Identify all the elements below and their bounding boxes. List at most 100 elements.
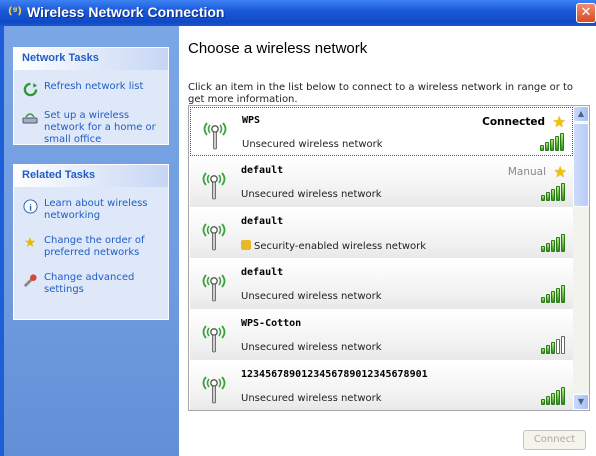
wireless-antenna-icon xyxy=(200,220,226,251)
close-button[interactable]: ✕ xyxy=(576,3,596,23)
network-list[interactable]: WPS Unsecured wireless network Connected ★ d… xyxy=(188,105,590,411)
refresh-icon xyxy=(22,81,38,97)
signal-bar xyxy=(561,387,565,405)
signal-bar xyxy=(546,192,550,201)
signal-bar xyxy=(555,136,559,151)
signal-bar xyxy=(551,240,555,252)
signal-bar xyxy=(541,399,545,405)
network-security-text: Unsecured wireless network xyxy=(241,189,382,200)
network-tasks-panel: Network Tasks Refresh network list Set u… xyxy=(13,47,169,145)
signal-bar xyxy=(556,339,560,354)
network-security-text: Unsecured wireless network xyxy=(241,291,382,302)
change-order-label: Change the order of preferred networks xyxy=(44,235,145,258)
network-item[interactable]: 1234567890123456789012345678901 Unsecured… xyxy=(190,362,573,410)
network-desc: Security-enabled wireless network xyxy=(254,241,427,252)
network-name: 1234567890123456789012345678901 xyxy=(241,369,428,380)
signal-bar xyxy=(546,396,550,405)
setup-wireless-network-link[interactable]: Set up a wireless network for a home or … xyxy=(22,110,164,146)
signal-bar xyxy=(551,342,555,354)
related-tasks-panel: Related Tasks i Learn about wireless net… xyxy=(13,164,169,320)
signal-bar xyxy=(556,186,560,201)
network-item[interactable]: WPS-Cotton Unsecured wireless network xyxy=(190,311,573,360)
signal-bar xyxy=(560,133,564,151)
network-name: WPS xyxy=(242,115,261,126)
svg-text:i: i xyxy=(29,203,32,213)
change-order-link[interactable]: ★ Change the order of preferred networks xyxy=(22,235,164,259)
scroll-up-button[interactable]: ▲ xyxy=(573,106,589,122)
network-security-text: Unsecured wireless network xyxy=(241,342,382,353)
signal-bar xyxy=(561,234,565,252)
wireless-antenna-icon xyxy=(200,373,226,404)
task-pane: Network Tasks Refresh network list Set u… xyxy=(4,26,179,456)
signal-bar xyxy=(541,348,545,354)
signal-bar xyxy=(540,145,544,151)
signal-bar xyxy=(541,297,545,303)
window-title: Wireless Network Connection xyxy=(27,4,225,20)
signal-bar xyxy=(551,189,555,201)
signal-bar xyxy=(550,139,554,151)
network-security-text: Unsecured wireless network xyxy=(241,393,382,404)
signal-strength-icon xyxy=(540,234,565,252)
network-security-text: Unsecured wireless network xyxy=(242,139,383,150)
scrollbar[interactable]: ▲ ▼ xyxy=(573,106,589,410)
signal-bar xyxy=(556,288,560,303)
change-advanced-settings-link[interactable]: Change advanced settings xyxy=(22,272,164,296)
title-bar[interactable]: (ᵍ) Wireless Network Connection ✕ xyxy=(0,0,596,26)
wireless-antenna-icon xyxy=(200,169,226,200)
signal-bar xyxy=(551,393,555,405)
lock-icon xyxy=(241,240,251,250)
signal-strength-icon xyxy=(540,336,565,354)
network-desc: Unsecured wireless network xyxy=(242,139,383,150)
network-item[interactable]: default Unsecured wireless network Manual ★ xyxy=(190,158,573,207)
setup-network-icon xyxy=(22,110,38,126)
network-desc: Unsecured wireless network xyxy=(241,342,382,353)
wireless-antenna-icon xyxy=(200,322,226,353)
learn-wireless-link[interactable]: i Learn about wireless networking xyxy=(22,198,164,222)
network-name: default xyxy=(241,267,284,278)
signal-strength-icon xyxy=(540,387,565,405)
star-icon: ★ xyxy=(23,235,37,251)
network-name: default xyxy=(241,216,284,227)
refresh-network-list-label: Refresh network list xyxy=(44,81,144,92)
signal-bar xyxy=(556,390,560,405)
network-item[interactable]: default Unsecured wireless network xyxy=(190,260,573,309)
network-status: Manual xyxy=(507,166,546,178)
signal-bar xyxy=(561,183,565,201)
info-icon: i xyxy=(22,198,38,214)
setup-wireless-network-label: Set up a wireless network for a home or … xyxy=(44,110,156,145)
page-title: Choose a wireless network xyxy=(188,40,368,57)
connect-button[interactable]: Connect xyxy=(523,430,586,450)
preferred-star-icon: ★ xyxy=(552,113,566,131)
related-tasks-heading: Related Tasks xyxy=(14,165,168,187)
wireless-antenna-icon xyxy=(201,119,227,150)
signal-bar xyxy=(541,195,545,201)
network-desc: Unsecured wireless network xyxy=(241,393,382,404)
preferred-star-icon: ★ xyxy=(553,163,567,181)
network-status: Connected xyxy=(482,116,545,128)
network-security-text: Security-enabled wireless network xyxy=(241,240,426,252)
network-name: WPS-Cotton xyxy=(241,318,302,329)
network-desc: Unsecured wireless network xyxy=(241,189,382,200)
signal-bar xyxy=(546,345,550,354)
signal-bar xyxy=(561,336,565,354)
main-pane: Choose a wireless network Click an item … xyxy=(179,26,596,456)
wireless-icon: (ᵍ) xyxy=(8,6,22,17)
network-item[interactable]: WPS Unsecured wireless network Connected ★ xyxy=(190,107,573,156)
signal-bar xyxy=(546,294,550,303)
signal-bar xyxy=(551,291,555,303)
refresh-network-list-link[interactable]: Refresh network list xyxy=(22,81,164,97)
instructions-text: Click an item in the list below to conne… xyxy=(188,82,574,105)
change-advanced-settings-label: Change advanced settings xyxy=(44,272,135,295)
wireless-antenna-icon xyxy=(200,271,226,302)
learn-wireless-label: Learn about wireless networking xyxy=(44,198,148,221)
signal-bar xyxy=(561,285,565,303)
signal-strength-icon xyxy=(540,183,565,201)
settings-icon xyxy=(22,272,38,288)
signal-bar xyxy=(556,237,560,252)
signal-bar xyxy=(545,142,549,151)
signal-strength-icon xyxy=(540,285,565,303)
scroll-thumb[interactable] xyxy=(573,123,589,207)
network-item[interactable]: default Security-enabled wireless network xyxy=(190,209,573,258)
signal-bar xyxy=(546,243,550,252)
scroll-down-button[interactable]: ▼ xyxy=(573,394,589,410)
